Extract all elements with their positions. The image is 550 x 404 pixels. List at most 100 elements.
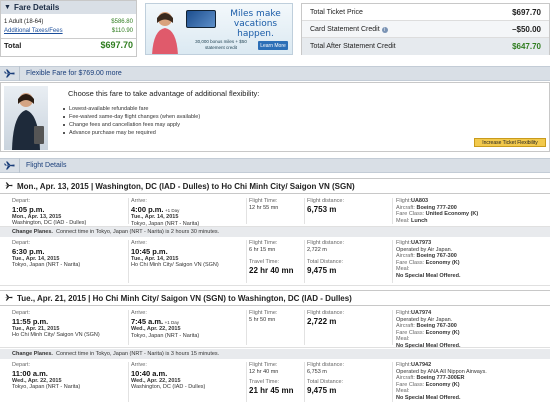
arrive-time: 4:00 p.m. (131, 204, 164, 214)
flight-segment: Depart: 1:05 p.m. Mon., Apr. 13, 2015 Wa… (0, 196, 550, 227)
flight-label: Flight: (396, 362, 411, 368)
trip-header-outbound: Mon., Apr. 13, 2015 | Washington, DC (IA… (0, 178, 550, 194)
ticket-price-panel: Total Ticket Price $697.70 Card Statemen… (301, 3, 550, 55)
plane-icon (4, 181, 13, 191)
learn-more-button[interactable]: Learn More (258, 41, 288, 50)
travel-time: 21 hr 45 mn (249, 385, 294, 395)
info-icon[interactable]: i (381, 26, 388, 33)
flight-distance-label: Flight distance: (307, 240, 344, 246)
meal-note: No Special Meal Offered. (396, 394, 461, 401)
traveler-photo (4, 86, 48, 150)
fare-class-label: Fare Class: (396, 381, 425, 388)
woman-photo (152, 12, 178, 54)
plus-day: +1 Day (165, 207, 180, 213)
flight-distance-label: Flight distance: (307, 362, 344, 368)
flight-label: Flight: (396, 240, 411, 246)
fare-row-adult: 1 Adult (18-64) $586.80 (1, 17, 136, 26)
list-item: Lowest-available refundable fare (63, 105, 323, 113)
fare-class: Economy (K) (425, 259, 460, 266)
fare-class-label: Fare Class: (396, 211, 425, 217)
fare-row-amount: $586.80 (111, 18, 133, 25)
fare-class: United Economy (K) (425, 211, 479, 217)
flight-time-label: Flight Time: (249, 310, 278, 316)
list-item: Change fees and cancellation fees may ap… (63, 121, 323, 129)
depart-time: 1:05 p.m. (12, 204, 45, 214)
flight-distance: 2,722 m (307, 316, 337, 326)
aircraft-label: Aircraft: (396, 253, 415, 259)
fare-row-label: 1 Adult (18-64) (4, 18, 44, 25)
credit-card-image (186, 10, 216, 28)
depart-time: 6:30 p.m. (12, 246, 45, 256)
depart-city: Ho Chi Minh City/ Saigon VN (SGN) (12, 332, 100, 338)
total-after-credit-label: Total After Statement Credit (310, 43, 396, 50)
chevron-down-icon: ▼ (4, 4, 11, 11)
increase-flexibility-button[interactable]: Increase Ticket Flexibility (474, 138, 546, 147)
fare-details-panel: ▼ Fare Details 1 Adult (18-64) $586.80 A… (0, 0, 137, 57)
total-after-credit-value: $647.70 (512, 42, 541, 51)
flight-details-bar[interactable]: Flight Details (0, 158, 550, 173)
flight-segment: Depart: 11:00 a.m. Wed., Apr. 22, 2015 T… (0, 360, 550, 404)
aircraft-label: Aircraft: (396, 204, 415, 211)
fare-class-label: Fare Class: (396, 259, 425, 266)
statement-credit-value: –$50.00 (512, 24, 541, 34)
list-item: Fee-waived same-day flight changes (when… (63, 113, 323, 121)
travel-time: 22 hr 40 mn (249, 265, 294, 275)
aircraft: Boeing 777-200 (416, 204, 457, 211)
trip-header-text: Mon., Apr. 13, 2015 | Washington, DC (IA… (17, 181, 355, 191)
fare-total-label: Total (4, 40, 22, 50)
fare-details-title: Fare Details (13, 3, 60, 12)
total-distance-label: Total Distance: (307, 259, 344, 265)
aircraft-label: Aircraft: (396, 375, 415, 381)
flight-number: UA7942 (410, 362, 432, 368)
depart-city: Tokyo, Japan (NRT - Narita) (12, 262, 81, 268)
meal: Lunch (410, 217, 428, 224)
flight-time: 5 hr 50 mn (249, 316, 276, 323)
flexible-fare-text: Flexible Fare for $769.00 more (26, 70, 122, 77)
depart-time: 11:00 a.m. (12, 368, 48, 378)
flight-segment: Depart: 11:55 p.m. Tue., Apr. 21, 2015 H… (0, 308, 550, 349)
change-planes-label: Change Planes. (12, 229, 53, 235)
plane-icon (4, 293, 13, 303)
flexible-fare-panel: Choose this fare to take advantage of ad… (0, 82, 550, 152)
flight-label: Flight: (396, 310, 411, 316)
flight-number: UA7973 (410, 240, 432, 246)
flight-distance: 6,753 m (307, 204, 337, 214)
flexible-fare-title: Choose this fare to take advantage of ad… (68, 89, 260, 98)
fare-details-header[interactable]: ▼ Fare Details (1, 1, 136, 14)
meal-label: Meal: (396, 388, 410, 394)
total-ticket-price-label: Total Ticket Price (310, 8, 363, 16)
flight-segment: Depart: 6:30 p.m. Tue., Apr. 14, 2015 To… (0, 238, 550, 286)
list-item: Advance purchase may be required (63, 129, 323, 137)
ad-title: Miles make vacations happen. (230, 9, 281, 39)
aircraft: Boeing 767-300 (416, 323, 457, 329)
change-planes-notice: Change Planes. Connect time in Tokyo, Ja… (0, 349, 550, 359)
flexible-fare-bar[interactable]: Flexible Fare for $769.00 more (0, 66, 550, 81)
miles-ad-banner[interactable]: Miles make vacations happen. 30,000 bonu… (145, 3, 293, 55)
arrive-city: Washington, DC (IAD - Dulles) (131, 384, 206, 390)
connect-time-text: Connect time in Tokyo, Japan (NRT - Nari… (55, 351, 220, 357)
fare-total-amount: $697.70 (100, 40, 133, 50)
fare-row-taxes: Additional Taxes/Fees $110.90 (1, 26, 136, 35)
plane-icon (0, 158, 20, 173)
flight-distance-label: Flight distance: (307, 310, 344, 316)
taxes-fees-link[interactable]: Additional Taxes/Fees (4, 28, 63, 34)
flight-label: Flight: (396, 198, 411, 204)
change-planes-notice: Change Planes. Connect time in Tokyo, Ja… (0, 227, 550, 237)
depart-city: Washington, DC (IAD - Dulles) (12, 220, 87, 226)
ad-subtitle: 30,000 bonus miles + $50 statement credi… (195, 39, 247, 50)
plane-icon (0, 66, 20, 81)
total-distance: 9,475 m (307, 385, 337, 395)
flight-time-label: Flight Time: (249, 198, 278, 204)
total-after-credit-row: Total After Statement Credit $647.70 (302, 38, 549, 55)
change-planes-label: Change Planes. (12, 351, 53, 357)
statement-credit-row: Card Statement Credit i –$50.00 (302, 21, 549, 38)
flex-benefits-list: Lowest-available refundable fare Fee-wai… (63, 105, 323, 137)
fare-class: Economy (K) (425, 329, 460, 336)
meal-note: No Special Meal Offered. (396, 272, 461, 279)
flight-number: UA7974 (410, 310, 432, 316)
total-ticket-price-value: $697.70 (512, 7, 541, 17)
statement-credit-label: Card Statement Credit (310, 25, 380, 33)
flight-number: UA803 (410, 198, 429, 204)
arrive-time: 7:45 a.m. (131, 316, 164, 326)
aircraft: Boeing 777-300ER (416, 375, 465, 381)
